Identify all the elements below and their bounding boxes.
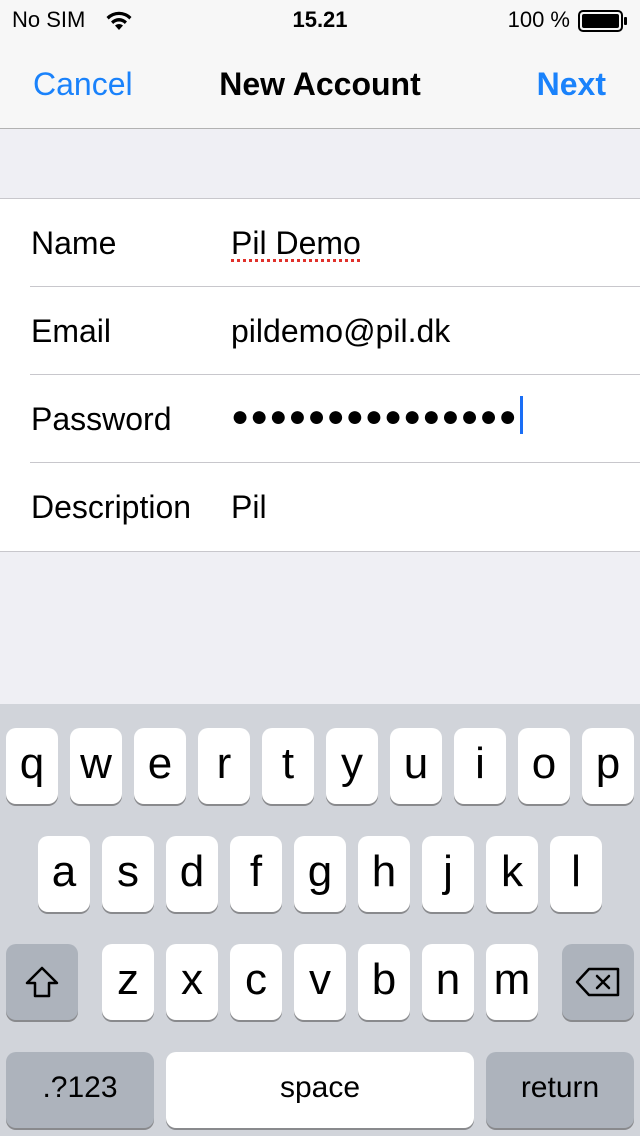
key-e[interactable]: e <box>134 728 186 804</box>
email-field[interactable]: pildemo@pil.dk <box>231 313 450 350</box>
key-o[interactable]: o <box>518 728 570 804</box>
cancel-button[interactable]: Cancel <box>33 66 133 103</box>
key-q[interactable]: q <box>6 728 58 804</box>
key-v[interactable]: v <box>294 944 346 1020</box>
next-button[interactable]: Next <box>537 66 606 103</box>
name-value: Pil Demo <box>231 225 361 261</box>
password-dots: ●●●●●●●●●●●●●●● <box>231 399 518 433</box>
description-field[interactable]: Pil <box>231 489 267 526</box>
numbers-key[interactable]: .?123 <box>6 1052 154 1128</box>
key-l[interactable]: l <box>550 836 602 912</box>
status-bar: No SIM 15.21 100 % <box>0 0 640 40</box>
name-label: Name <box>31 225 117 261</box>
key-x[interactable]: x <box>166 944 218 1020</box>
key-s[interactable]: s <box>102 836 154 912</box>
password-row: Password ●●●●●●●●●●●●●●● <box>0 375 640 463</box>
navigation-bar: Cancel New Account Next <box>0 40 640 129</box>
delete-icon <box>575 967 620 997</box>
key-y[interactable]: y <box>326 728 378 804</box>
key-i[interactable]: i <box>454 728 506 804</box>
key-g[interactable]: g <box>294 836 346 912</box>
account-form: Name Pil Demo Email pildemo@pil.dk Passw… <box>0 198 640 552</box>
key-a[interactable]: a <box>38 836 90 912</box>
key-b[interactable]: b <box>358 944 410 1020</box>
email-label: Email <box>31 313 112 349</box>
key-f[interactable]: f <box>230 836 282 912</box>
key-d[interactable]: d <box>166 836 218 912</box>
key-w[interactable]: w <box>70 728 122 804</box>
space-key[interactable]: space <box>166 1052 474 1128</box>
key-m[interactable]: m <box>486 944 538 1020</box>
email-row: Email pildemo@pil.dk <box>0 287 640 375</box>
text-cursor <box>519 396 523 434</box>
key-t[interactable]: t <box>262 728 314 804</box>
key-r[interactable]: r <box>198 728 250 804</box>
key-n[interactable]: n <box>422 944 474 1020</box>
delete-key[interactable] <box>562 944 634 1020</box>
shift-icon <box>25 966 59 998</box>
key-c[interactable]: c <box>230 944 282 1020</box>
key-k[interactable]: k <box>486 836 538 912</box>
key-p[interactable]: p <box>582 728 634 804</box>
password-field[interactable]: ●●●●●●●●●●●●●●● <box>231 396 523 437</box>
name-row: Name Pil Demo <box>0 199 640 287</box>
description-label: Description <box>31 489 192 525</box>
key-h[interactable]: h <box>358 836 410 912</box>
key-z[interactable]: z <box>102 944 154 1020</box>
battery-percentage: 100 % <box>507 7 570 32</box>
battery-icon <box>578 10 627 32</box>
key-j[interactable]: j <box>422 836 474 912</box>
description-row: Description Pil <box>0 463 640 551</box>
shift-key[interactable] <box>6 944 78 1020</box>
name-field[interactable]: Pil Demo <box>231 225 361 262</box>
password-label: Password <box>31 401 172 437</box>
return-key[interactable]: return <box>486 1052 634 1128</box>
key-u[interactable]: u <box>390 728 442 804</box>
keyboard: qwertyuiop asdfghjkl zxcvbnm .?123 space… <box>0 704 640 1136</box>
